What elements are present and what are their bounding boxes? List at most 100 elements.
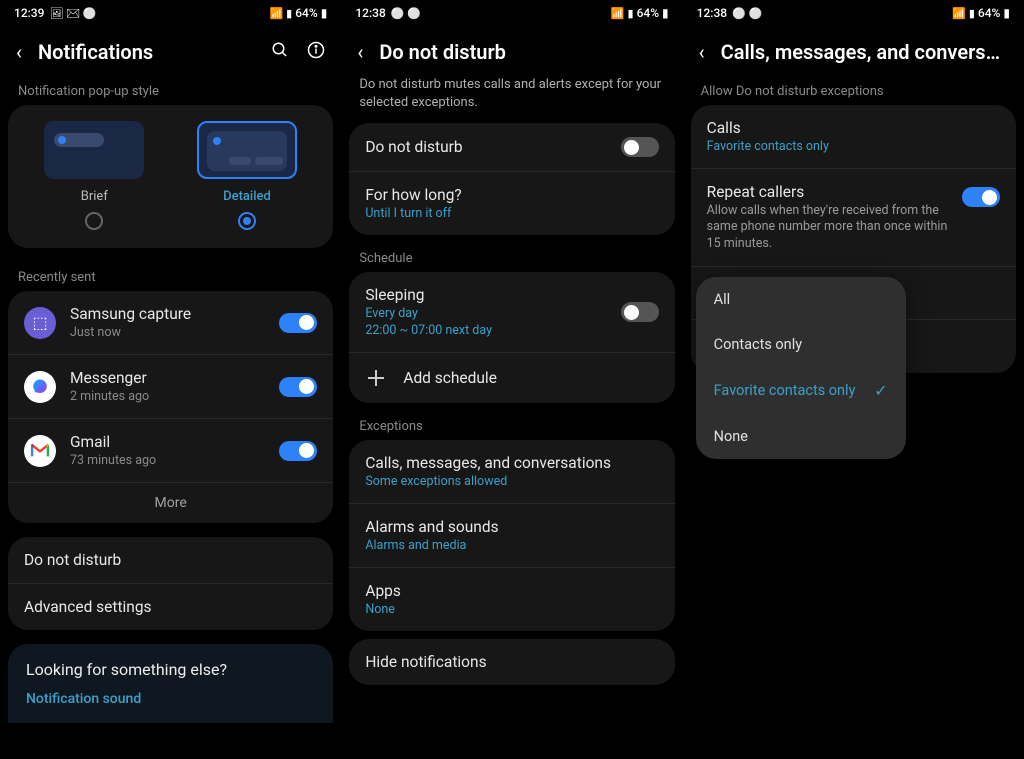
repeat-callers-row[interactable]: Repeat callers Allow calls when they're …: [691, 169, 1016, 267]
battery-percent: 64%: [978, 6, 1000, 20]
how-long-row[interactable]: For how long? Until I turn it off: [349, 172, 674, 235]
back-button[interactable]: ‹: [16, 40, 22, 64]
sleeping-sub1: Every day: [365, 306, 620, 321]
battery-icon: ▮: [1003, 6, 1010, 20]
status-time: 12:39: [14, 6, 44, 20]
apps-row[interactable]: Apps None: [349, 568, 674, 631]
calls-row[interactable]: Calls Favorite contacts only: [691, 105, 1016, 169]
header: ‹ Notifications: [0, 26, 341, 76]
app-name: Messenger: [70, 369, 279, 387]
add-schedule-row[interactable]: Add schedule: [349, 353, 674, 403]
app-time: 2 minutes ago: [70, 389, 279, 404]
exceptions-card: Calls, messages, and conversations Some …: [349, 440, 674, 631]
dnd-toggle-row[interactable]: Do not disturb: [349, 123, 674, 172]
advanced-label: Advanced settings: [24, 598, 317, 616]
calls-convo-row[interactable]: Calls, messages, and conversations Some …: [349, 440, 674, 504]
style-brief-option[interactable]: Brief: [21, 121, 168, 230]
messenger-icon: [24, 371, 56, 403]
back-button[interactable]: ‹: [699, 40, 705, 64]
schedule-label: Schedule: [341, 243, 682, 272]
calls-convo-sub: Some exceptions allowed: [365, 474, 658, 489]
suggestion-title: Looking for something else?: [26, 660, 315, 679]
status-app-icons: ⚪ ⚪: [391, 7, 421, 20]
dropdown-option-none[interactable]: None: [696, 414, 906, 459]
checkmark-icon: ✓: [874, 381, 887, 400]
battery-percent: 64%: [295, 6, 317, 20]
page-title: Do not disturb: [379, 40, 666, 64]
recently-sent-card: ⬚ Samsung capture Just now Messenger 2 m…: [8, 291, 333, 523]
apps-title: Apps: [365, 582, 658, 600]
battery-icon: ▮: [662, 6, 669, 20]
style-detailed-label: Detailed: [174, 189, 321, 204]
dropdown-favorite-label: Favorite contacts only: [714, 382, 856, 399]
sleeping-sub2: 22:00 ~ 07:00 next day: [365, 323, 620, 338]
dropdown-none-label: None: [714, 428, 748, 445]
dropdown-option-all[interactable]: All: [696, 277, 906, 322]
dropdown-all-label: All: [714, 291, 731, 308]
dropdown-option-contacts[interactable]: Contacts only: [696, 322, 906, 367]
app-row-messenger[interactable]: Messenger 2 minutes ago: [8, 355, 333, 419]
sleeping-row[interactable]: Sleeping Every day 22:00 ~ 07:00 next da…: [349, 272, 674, 353]
repeat-title: Repeat callers: [707, 183, 962, 201]
app-toggle[interactable]: [279, 377, 317, 397]
signal-icon: ▮: [286, 7, 292, 20]
dropdown-option-favorite[interactable]: Favorite contacts only ✓: [696, 367, 906, 414]
dnd-toggle[interactable]: [621, 137, 659, 157]
alarms-row[interactable]: Alarms and sounds Alarms and media: [349, 504, 674, 568]
hide-notifications-row[interactable]: Hide notifications: [349, 639, 674, 685]
dnd-row[interactable]: Do not disturb: [8, 537, 333, 584]
screen-dnd: 12:38 ⚪ ⚪ 📶 ▮ 64% ▮ ‹ Do not disturb Do …: [341, 0, 682, 759]
back-button[interactable]: ‹: [357, 40, 363, 64]
hide-notifications-label: Hide notifications: [365, 653, 658, 671]
add-schedule-label: Add schedule: [403, 369, 658, 387]
status-bar: 12:39 🖼 ✉ ⚪ 📶 ▮ 64% ▮: [0, 0, 341, 26]
status-time: 12:38: [697, 6, 727, 20]
settings-card: Do not disturb Advanced settings: [8, 537, 333, 630]
calls-sub: Favorite contacts only: [707, 139, 1000, 154]
battery-percent: 64%: [637, 6, 659, 20]
app-name: Samsung capture: [70, 305, 279, 323]
search-icon[interactable]: [271, 41, 289, 64]
app-toggle[interactable]: [279, 441, 317, 461]
plus-icon: [365, 367, 387, 389]
app-row-gmail[interactable]: Gmail 73 minutes ago: [8, 419, 333, 483]
how-long-sub: Until I turn it off: [365, 206, 658, 221]
radio-unselected[interactable]: [85, 212, 103, 230]
app-name: Gmail: [70, 433, 279, 451]
screen-calls-exceptions: 12:38 ⚪ ⚪ 📶 ▮ 64% ▮ ‹ Calls, messages, a…: [683, 0, 1024, 759]
wifi-icon: 📶: [952, 7, 966, 20]
alarms-sub: Alarms and media: [365, 538, 658, 553]
suggestion-card: Looking for something else? Notification…: [8, 644, 333, 723]
page-title: Calls, messages, and conversa…: [721, 40, 1008, 64]
status-time: 12:38: [355, 6, 385, 20]
app-row-samsung-capture[interactable]: ⬚ Samsung capture Just now: [8, 291, 333, 355]
more-button[interactable]: More: [8, 483, 333, 523]
screen-notifications: 12:39 🖼 ✉ ⚪ 📶 ▮ 64% ▮ ‹ Notifications No…: [0, 0, 341, 759]
app-toggle[interactable]: [279, 313, 317, 333]
app-time: 73 minutes ago: [70, 453, 279, 468]
style-detailed-option[interactable]: Detailed: [174, 121, 321, 230]
suggestion-link[interactable]: Notification sound: [26, 691, 315, 707]
sleeping-title: Sleeping: [365, 286, 620, 304]
app-time: Just now: [70, 325, 279, 340]
popup-style-label: Notification pop-up style: [0, 76, 341, 105]
samsung-capture-icon: ⬚: [24, 307, 56, 339]
dropdown-contacts-label: Contacts only: [714, 336, 802, 353]
repeat-sub: Allow calls when they're received from t…: [707, 203, 962, 252]
calls-dropdown: All Contacts only Favorite contacts only…: [696, 277, 906, 459]
recently-sent-label: Recently sent: [0, 262, 341, 291]
alarms-title: Alarms and sounds: [365, 518, 658, 536]
sleeping-toggle[interactable]: [621, 302, 659, 322]
radio-selected[interactable]: [238, 212, 256, 230]
schedule-card: Sleeping Every day 22:00 ~ 07:00 next da…: [349, 272, 674, 403]
hide-notifications-card: Hide notifications: [349, 639, 674, 685]
apps-sub: None: [365, 602, 658, 617]
battery-icon: ▮: [321, 6, 328, 20]
info-icon[interactable]: [307, 41, 325, 64]
repeat-toggle[interactable]: [962, 187, 1000, 207]
wifi-icon: 📶: [269, 7, 283, 20]
advanced-settings-row[interactable]: Advanced settings: [8, 584, 333, 630]
calls-convo-title: Calls, messages, and conversations: [365, 454, 658, 472]
exceptions-label: Exceptions: [341, 411, 682, 440]
gmail-icon: [24, 435, 56, 467]
